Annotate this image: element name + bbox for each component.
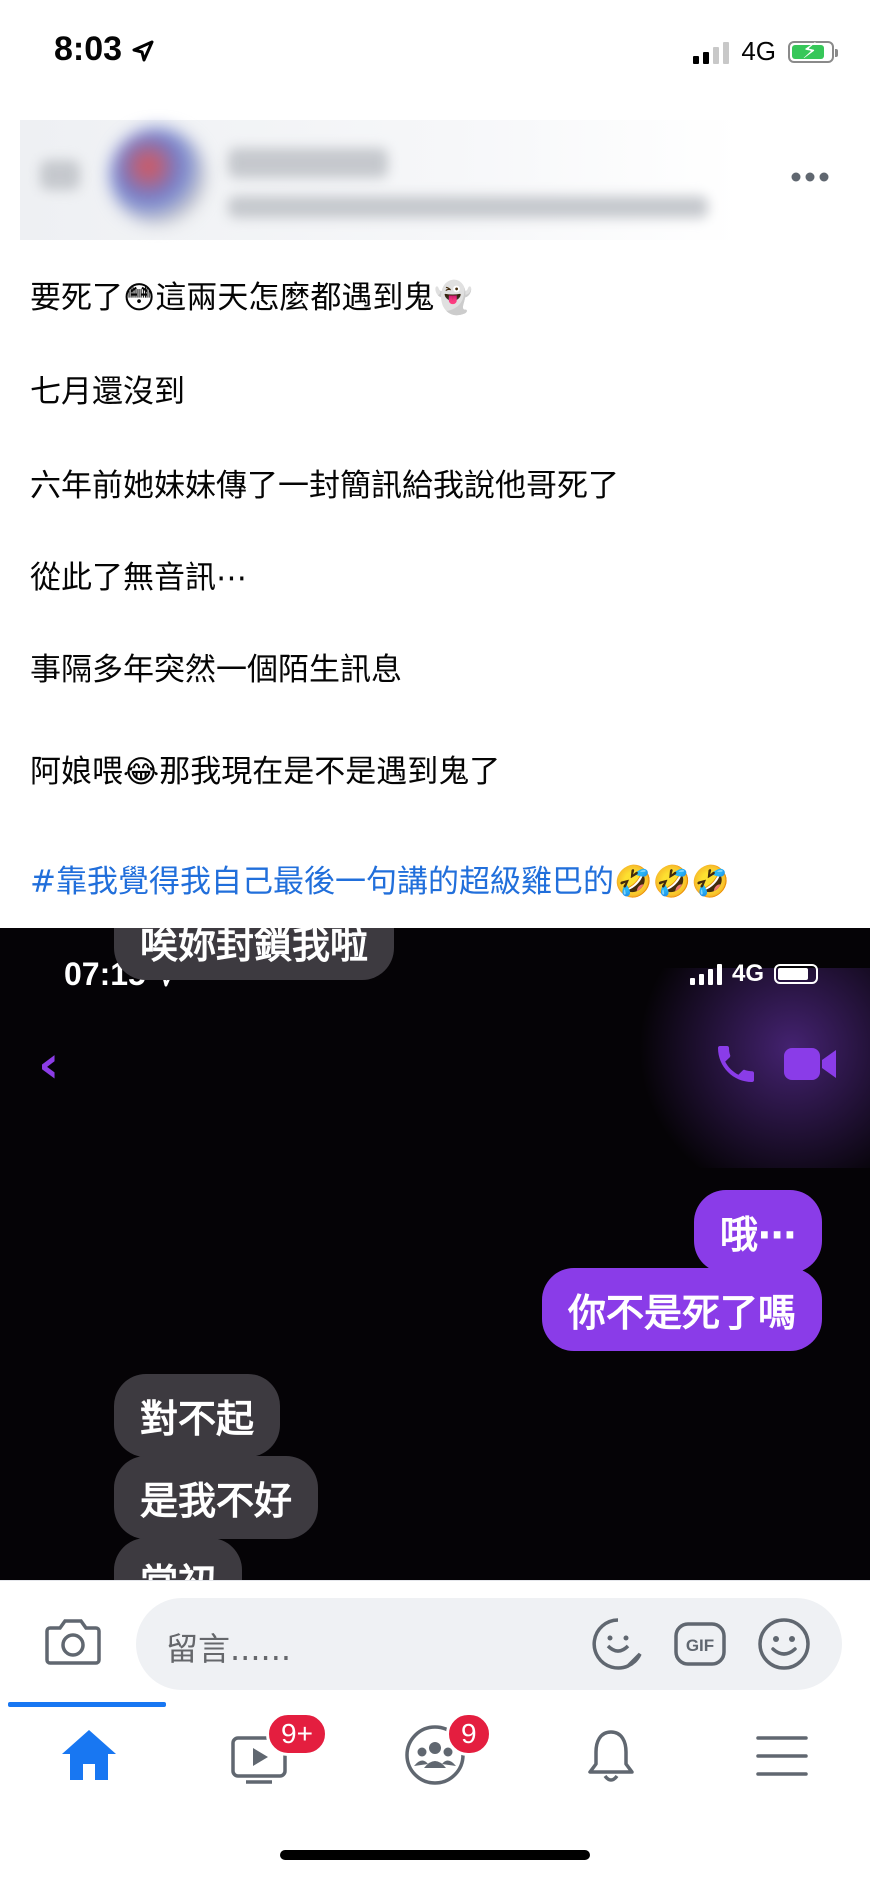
message-bubble-received: 唉妳封鎖我啦 <box>114 928 395 980</box>
phone-icon <box>718 1046 754 1082</box>
home-indicator <box>280 1850 590 1860</box>
author-name[interactable] <box>228 148 388 178</box>
network-type: 4G <box>741 36 776 66</box>
comment-placeholder: 留言...... <box>166 1630 292 1668</box>
camera-icon[interactable] <box>44 1616 102 1666</box>
embedded-status-indicators: 4G <box>689 960 818 988</box>
status-indicators: 4G ⚡ <box>693 36 838 67</box>
nav-watch[interactable]: 9+ <box>230 1712 328 1790</box>
sticker-icon[interactable] <box>590 1616 646 1672</box>
post-text-line: 事隔多年突然一個陌生訊息 <box>30 652 402 688</box>
battery-icon <box>774 964 818 984</box>
more-options-button[interactable] <box>790 160 830 183</box>
active-tab-indicator <box>8 1702 166 1707</box>
post-text-line: 阿娘喂😂那我現在是不是遇到鬼了 <box>30 754 501 790</box>
message-bubble-sent: 哦⋯ <box>693 1190 822 1273</box>
message-bubble-received: 是我不好 <box>114 1456 319 1539</box>
nav-notifications-bell-icon[interactable] <box>584 1726 638 1786</box>
message-bubble-received: 當初 <box>114 1538 243 1580</box>
post-text-line: 從此了無音訊⋯ <box>30 560 247 596</box>
hashtag-link[interactable]: #靠我覺得我自己最後一句講的超級雞巴的🤣🤣🤣 <box>30 856 730 901</box>
svg-text:GIF: GIF <box>686 1636 714 1655</box>
post-text-line: 六年前她妹妹傳了一封簡訊給我說他哥死了 <box>30 468 619 504</box>
post-text-line: 要死了😳這兩天怎麼都遇到鬼👻 <box>30 280 473 316</box>
back-icon[interactable] <box>40 160 80 190</box>
signal-icon <box>693 40 730 64</box>
battery-charging-icon: ⚡ <box>788 39 838 63</box>
location-arrow-icon <box>132 40 154 62</box>
signal-icon <box>689 963 722 985</box>
back-chevron-icon: ‹ <box>38 1035 60 1095</box>
message-bubble-received: 對不起 <box>114 1374 281 1457</box>
network-type: 4G <box>731 960 764 987</box>
nav-menu-icon[interactable] <box>756 1734 808 1778</box>
notification-badge: 9 <box>446 1712 492 1756</box>
nav-groups[interactable]: 9 <box>404 1712 492 1790</box>
post-text-line: 七月還沒到 <box>30 374 185 410</box>
video-call-icon <box>784 1048 836 1080</box>
message-bubble-sent: 你不是死了嗎 <box>541 1268 822 1351</box>
avatar[interactable] <box>110 128 206 224</box>
more-icon <box>791 172 829 182</box>
gif-icon[interactable]: GIF <box>672 1616 728 1672</box>
post-meta <box>228 196 708 218</box>
emoji-icon[interactable] <box>756 1616 812 1672</box>
status-time: 8:03 <box>54 30 154 69</box>
nav-home-icon[interactable] <box>58 1726 120 1784</box>
post-image[interactable]: 07:15 4G ‹ 唉妳封鎖我啦 哦⋯ 你不是死了嗎 對不起 是我不好 當初 <box>0 928 870 1580</box>
notification-badge: 9+ <box>266 1712 328 1756</box>
